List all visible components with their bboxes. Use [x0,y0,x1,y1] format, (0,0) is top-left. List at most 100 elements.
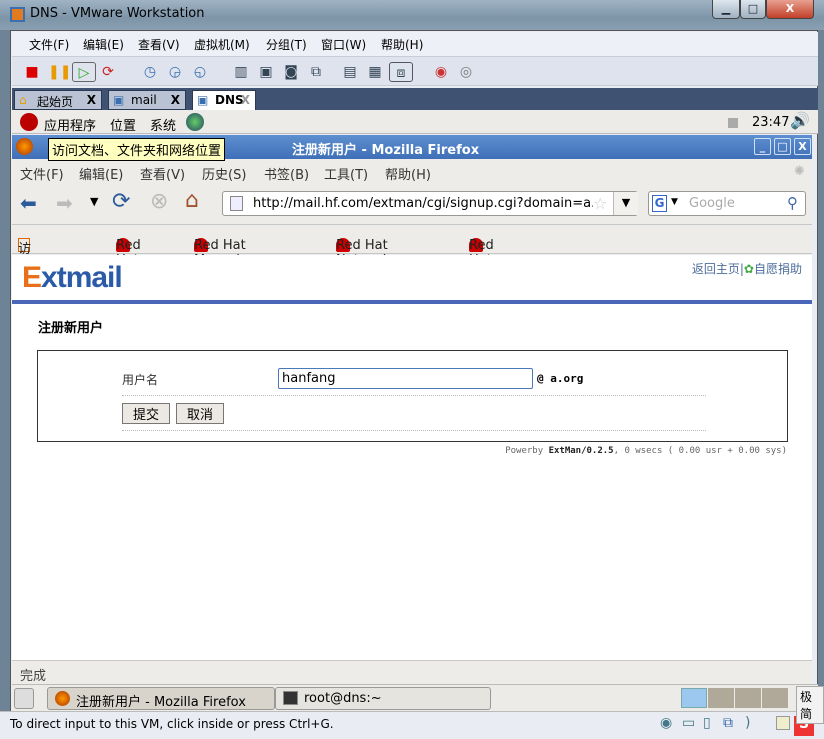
play-icon[interactable]: ▷ [72,62,96,82]
engine-dropdown-icon[interactable]: ▼ [671,197,678,207]
bookmark-star-icon[interactable]: ☆ [593,194,608,213]
bookmarks-toolbar: 访问最多▾ Red Hat Red Hat Magazine Red Hat N… [12,226,812,329]
reload-icon[interactable]: ⟳ [112,189,130,214]
status-text: 完成 [20,669,47,684]
cancel-button[interactable]: 取消 [176,403,224,424]
donate-link[interactable]: 自愿捐助 [754,262,802,276]
volume-icon[interactable]: 🔊 [790,111,810,130]
clock[interactable]: 23:47 [752,115,789,130]
record-icon[interactable]: ◉ [431,62,451,82]
fullscreen-icon[interactable]: ▣ [256,62,276,82]
home-icon: ⌂ [19,93,27,107]
divider [122,430,706,431]
close-icon[interactable]: X [171,93,180,107]
system-menu[interactable]: 系统 [150,115,176,134]
search-placeholder[interactable]: Google [689,196,735,211]
close-button[interactable]: X [766,0,814,19]
ff-menu-edit[interactable]: 编辑(E) [79,164,123,183]
page-content: Extmail 返回主页|✿自愿捐助 注册新用户 用户名 @ a.org 提交 … [12,255,812,660]
forward-icon[interactable]: ➡ [56,191,73,215]
firefox-icon [16,138,33,155]
workspace-1[interactable] [681,688,707,708]
ff-maximize-button[interactable]: □ [774,138,791,155]
power-off-icon[interactable]: ■ [22,62,42,82]
window-title: DNS - VMware Workstation [30,6,205,21]
unity-icon[interactable]: ⧉ [306,62,326,82]
vm-statusbar: To direct input to this VM, click inside… [0,711,824,739]
maximize-button[interactable]: □ [740,0,766,19]
menu-window[interactable]: 窗口(W) [321,36,366,53]
cdrom-icon[interactable]: ◉ [660,715,672,731]
sound-icon[interactable]: ) [745,715,750,731]
messages-icon[interactable] [776,716,790,730]
back-icon[interactable]: ⬅ [20,191,37,215]
url-dropdown-icon[interactable]: ▼ [613,192,638,215]
network-icon[interactable] [186,113,204,131]
gnome-top-panel: 应用程序 位置 系统 23:47 🔊 [12,110,818,134]
url-text[interactable]: http://mail.hf.com/extman/cgi/signup.cgi… [253,196,595,211]
snapshot-icon[interactable]: ◷ [140,62,160,82]
page-title: 注册新用户 [38,321,104,336]
menu-edit[interactable]: 编辑(E) [83,36,124,53]
applications-menu[interactable]: 应用程序 [44,115,96,134]
ff-menu-tools[interactable]: 工具(T) [324,164,368,183]
pause-icon[interactable]: ❚❚ [48,62,71,82]
show-desktop-icon[interactable] [14,688,34,709]
sidebar-view-icon[interactable]: ▥ [231,62,251,82]
floppy-icon[interactable]: ▯ [703,715,711,731]
vm-icon: ▣ [113,93,125,107]
close-icon[interactable]: X [87,93,96,107]
terminal-icon [283,691,298,705]
quick-switch-icon[interactable]: ◙ [281,62,301,82]
ff-menu-view[interactable]: 查看(V) [140,164,185,183]
menu-team[interactable]: 分组(T) [266,36,307,53]
workspace-2[interactable] [708,688,734,708]
tab-dns[interactable]: ▣ DNS X [192,90,256,110]
ff-minimize-button[interactable]: _ [754,138,771,155]
places-menu[interactable]: 位置 [110,115,136,134]
firefox-statusbar: 完成 [12,660,812,684]
network-adapter-icon[interactable]: ⧉ [723,715,733,731]
home-link[interactable]: 返回主页 [692,262,740,276]
stop-icon[interactable]: ⊗ [150,189,168,214]
ff-close-button[interactable]: X [794,138,811,155]
view-toggle-icon[interactable]: ⧈ [389,62,413,82]
tab-home[interactable]: ⌂ 起始页 X [14,90,102,110]
revert-snapshot-icon[interactable]: ◶ [165,62,185,82]
submit-button[interactable]: 提交 [122,403,170,424]
workspace-3[interactable] [735,688,761,708]
google-engine-icon[interactable]: G [652,195,667,212]
ff-menu-file[interactable]: 文件(F) [20,164,64,183]
tab-mail[interactable]: ▣ mail X [108,90,186,110]
home-icon[interactable]: ⌂ [185,188,199,213]
menu-view[interactable]: 查看(V) [138,36,180,53]
search-bar[interactable]: G ▼ Google ⚲ [648,191,806,216]
workspace-4[interactable] [762,688,788,708]
tooltip: 访问文档、文件夹和网络位置 [48,138,226,161]
close-icon[interactable]: X [241,93,250,107]
task-firefox[interactable]: 注册新用户 - Mozilla Firefox [47,687,275,710]
search-icon[interactable]: ⚲ [787,194,798,212]
url-bar[interactable]: http://mail.hf.com/extman/cgi/signup.cgi… [222,191,638,216]
summary-icon[interactable]: ▤ [340,62,360,82]
snapshot-manager-icon[interactable]: ◵ [190,62,210,82]
harddisk-icon[interactable]: ▭ [682,715,695,731]
ff-menu-history[interactable]: 历史(S) [202,164,246,183]
task-terminal[interactable]: root@dns:~ [275,687,491,710]
signup-form: 用户名 @ a.org 提交 取消 [37,350,788,442]
minimize-button[interactable]: ▁ [712,0,740,19]
replay-icon[interactable]: ◎ [456,62,476,82]
menu-vm[interactable]: 虚拟机(M) [194,36,250,53]
page-icon [230,196,243,211]
history-dropdown-icon[interactable]: ▼ [90,195,98,208]
extmail-logo: Extmail [22,261,123,294]
throbber-icon: ✺ [794,164,805,179]
username-input[interactable] [278,368,533,389]
menu-help[interactable]: 帮助(H) [381,36,423,53]
ff-menu-bookmarks[interactable]: 书签(B) [264,164,309,183]
vm-status-text: To direct input to this VM, click inside… [10,717,334,731]
ff-menu-help[interactable]: 帮助(H) [385,164,431,183]
console-icon[interactable]: ▦ [365,62,385,82]
reset-icon[interactable]: ⟳ [98,62,118,82]
menu-file[interactable]: 文件(F) [29,36,69,53]
